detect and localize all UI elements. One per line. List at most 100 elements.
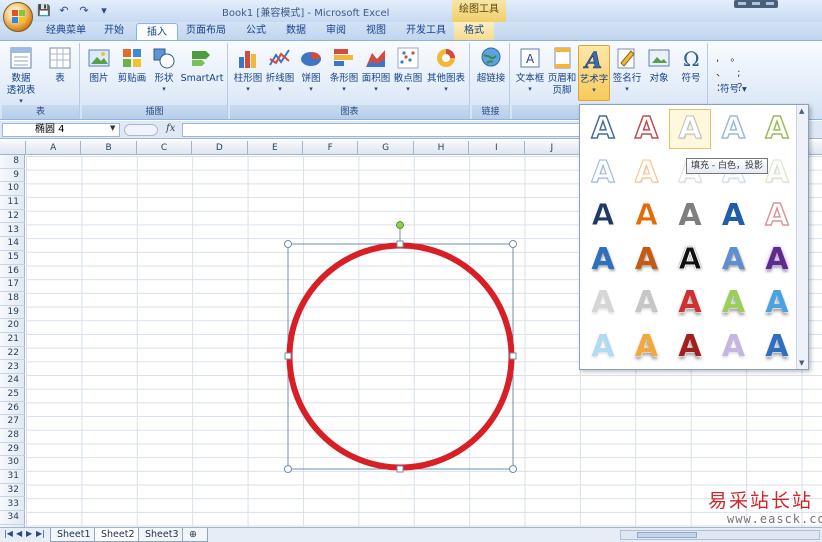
undo-icon[interactable]: ↶ — [56, 3, 72, 18]
column-header[interactable]: B — [81, 141, 137, 155]
wordart-style-13[interactable]: A — [669, 196, 711, 236]
first-sheet-icon[interactable]: |◀ — [4, 529, 13, 538]
wordart-style-12[interactable]: A — [626, 196, 668, 236]
row-header[interactable]: 17 — [0, 278, 25, 292]
horizontal-scrollbar[interactable] — [620, 530, 820, 540]
row-header[interactable]: 19 — [0, 306, 25, 320]
wordart-style-26[interactable]: A — [582, 327, 624, 367]
wordart-style-21[interactable]: A — [582, 283, 624, 323]
tab-format[interactable]: 格式 — [454, 22, 494, 40]
table-button[interactable]: 表 — [44, 45, 76, 85]
picture-button[interactable]: 图片 — [84, 45, 114, 85]
sheet-tab-1[interactable]: Sheet1 — [50, 528, 98, 542]
row-header[interactable]: 13 — [0, 224, 25, 238]
gallery-scroll-up-icon[interactable]: ▲ — [799, 107, 804, 115]
header-footer-button[interactable]: 页眉和 页脚 — [546, 45, 578, 97]
row-header[interactable]: 15 — [0, 251, 25, 265]
wordart-style-16[interactable]: A — [582, 240, 624, 280]
wordart-style-7[interactable]: A — [626, 153, 668, 193]
insert-function-icon[interactable]: fx — [166, 123, 175, 134]
wordart-style-30[interactable]: A — [756, 327, 798, 367]
tab-home[interactable]: 开始 — [94, 22, 134, 40]
column-header[interactable]: H — [414, 141, 470, 155]
formula-input[interactable] — [182, 123, 582, 137]
wordart-style-20[interactable]: A — [756, 240, 798, 280]
sheet-tab-2[interactable]: Sheet2 — [94, 528, 142, 542]
symbol-button[interactable]: Ω 符号 — [676, 45, 706, 85]
row-header[interactable]: 25 — [0, 388, 25, 402]
tab-page-layout[interactable]: 页面布局 — [176, 22, 236, 40]
scatter-chart-button[interactable]: 散点图 ▾ — [392, 45, 424, 93]
wordart-style-19[interactable]: A — [713, 240, 755, 280]
row-header[interactable]: 20 — [0, 319, 25, 334]
office-button[interactable] — [3, 2, 33, 32]
wordart-style-2[interactable]: A — [626, 109, 668, 149]
column-header[interactable]: F — [303, 141, 359, 155]
row-header[interactable]: 24 — [0, 374, 25, 388]
gallery-scroll-down-icon[interactable]: ▼ — [799, 359, 804, 367]
row-header[interactable]: 11 — [0, 196, 25, 210]
window-controls[interactable] — [734, 0, 778, 8]
row-header[interactable]: 26 — [0, 402, 25, 416]
row-header[interactable]: 27 — [0, 415, 25, 429]
wordart-style-27[interactable]: A — [626, 327, 668, 367]
row-header[interactable]: 16 — [0, 265, 25, 279]
wordart-style-6[interactable]: A — [582, 153, 624, 193]
other-charts-button[interactable]: 其他图表 ▾ — [426, 45, 466, 93]
row-header[interactable]: 22 — [0, 347, 25, 361]
clip-art-button[interactable]: 剪贴画 — [116, 45, 148, 85]
name-box-dropdown-icon[interactable]: ▼ — [110, 124, 115, 132]
row-header[interactable]: 32 — [0, 484, 25, 498]
wordart-style-4[interactable]: A — [713, 109, 755, 149]
row-header[interactable]: 12 — [0, 210, 25, 224]
formula-bar-expand[interactable] — [124, 124, 158, 136]
row-header[interactable]: 21 — [0, 333, 25, 347]
column-header[interactable]: J — [525, 141, 580, 155]
row-header[interactable]: 31 — [0, 470, 25, 484]
minimize-icon[interactable] — [738, 2, 746, 5]
column-header[interactable]: E — [248, 141, 303, 155]
save-icon[interactable]: 💾 — [36, 3, 52, 18]
tab-view[interactable]: 视图 — [356, 22, 396, 40]
row-header[interactable]: 28 — [0, 429, 25, 443]
area-chart-button[interactable]: 面积图 ▾ — [360, 45, 392, 93]
wordart-style-25[interactable]: A — [756, 283, 798, 323]
pie-chart-button[interactable]: 饼图 ▾ — [296, 45, 326, 93]
row-header[interactable]: 29 — [0, 443, 25, 457]
bar-chart-button[interactable]: 条形图 ▾ — [328, 45, 360, 93]
row-header[interactable]: 9 — [0, 169, 25, 183]
maximize-icon[interactable] — [752, 2, 760, 5]
row-header[interactable]: 10 — [0, 182, 25, 197]
tab-classic-menu[interactable]: 经典菜单 — [36, 22, 96, 40]
wordart-style-11[interactable]: A — [582, 196, 624, 236]
close-icon[interactable] — [766, 2, 774, 5]
column-chart-button[interactable]: 柱形图 ▾ — [232, 45, 264, 93]
wordart-style-14[interactable]: A — [713, 196, 755, 236]
wordart-style-18[interactable]: A — [669, 240, 711, 280]
name-box[interactable]: 椭圆 4 — [2, 123, 120, 137]
column-header[interactable]: C — [137, 141, 193, 155]
column-header[interactable]: A — [26, 141, 82, 155]
wordart-style-3[interactable]: A — [669, 109, 711, 149]
smartart-button[interactable]: SmartArt — [180, 45, 224, 85]
object-button[interactable]: 对象 — [644, 45, 674, 85]
line-chart-button[interactable]: 折线图 ▾ — [264, 45, 296, 93]
wordart-style-23[interactable]: A — [669, 283, 711, 323]
row-header[interactable]: 8 — [0, 155, 25, 169]
customize-icon[interactable]: ▾ — [96, 3, 112, 18]
shapes-button[interactable]: 形状 ▾ — [150, 45, 178, 93]
select-all-corner[interactable] — [0, 141, 26, 155]
signature-line-button[interactable]: 签名行 ▾ — [612, 45, 642, 93]
wordart-style-17[interactable]: A — [626, 240, 668, 280]
text-box-button[interactable]: A 文本框 ▾ — [514, 45, 546, 93]
prev-sheet-icon[interactable]: ◀ — [16, 529, 22, 538]
tab-developer[interactable]: 开发工具 — [396, 22, 456, 40]
tab-insert[interactable]: 插入 — [136, 23, 178, 41]
sheet-tab-3[interactable]: Sheet3 — [138, 528, 186, 542]
column-header[interactable]: I — [469, 141, 525, 155]
tab-data[interactable]: 数据 — [276, 22, 316, 40]
wordart-style-15[interactable]: A — [756, 196, 798, 236]
row-header[interactable]: 30 — [0, 456, 25, 471]
horizontal-scroll-thumb[interactable] — [637, 532, 697, 538]
redo-icon[interactable]: ↷ — [76, 3, 92, 18]
